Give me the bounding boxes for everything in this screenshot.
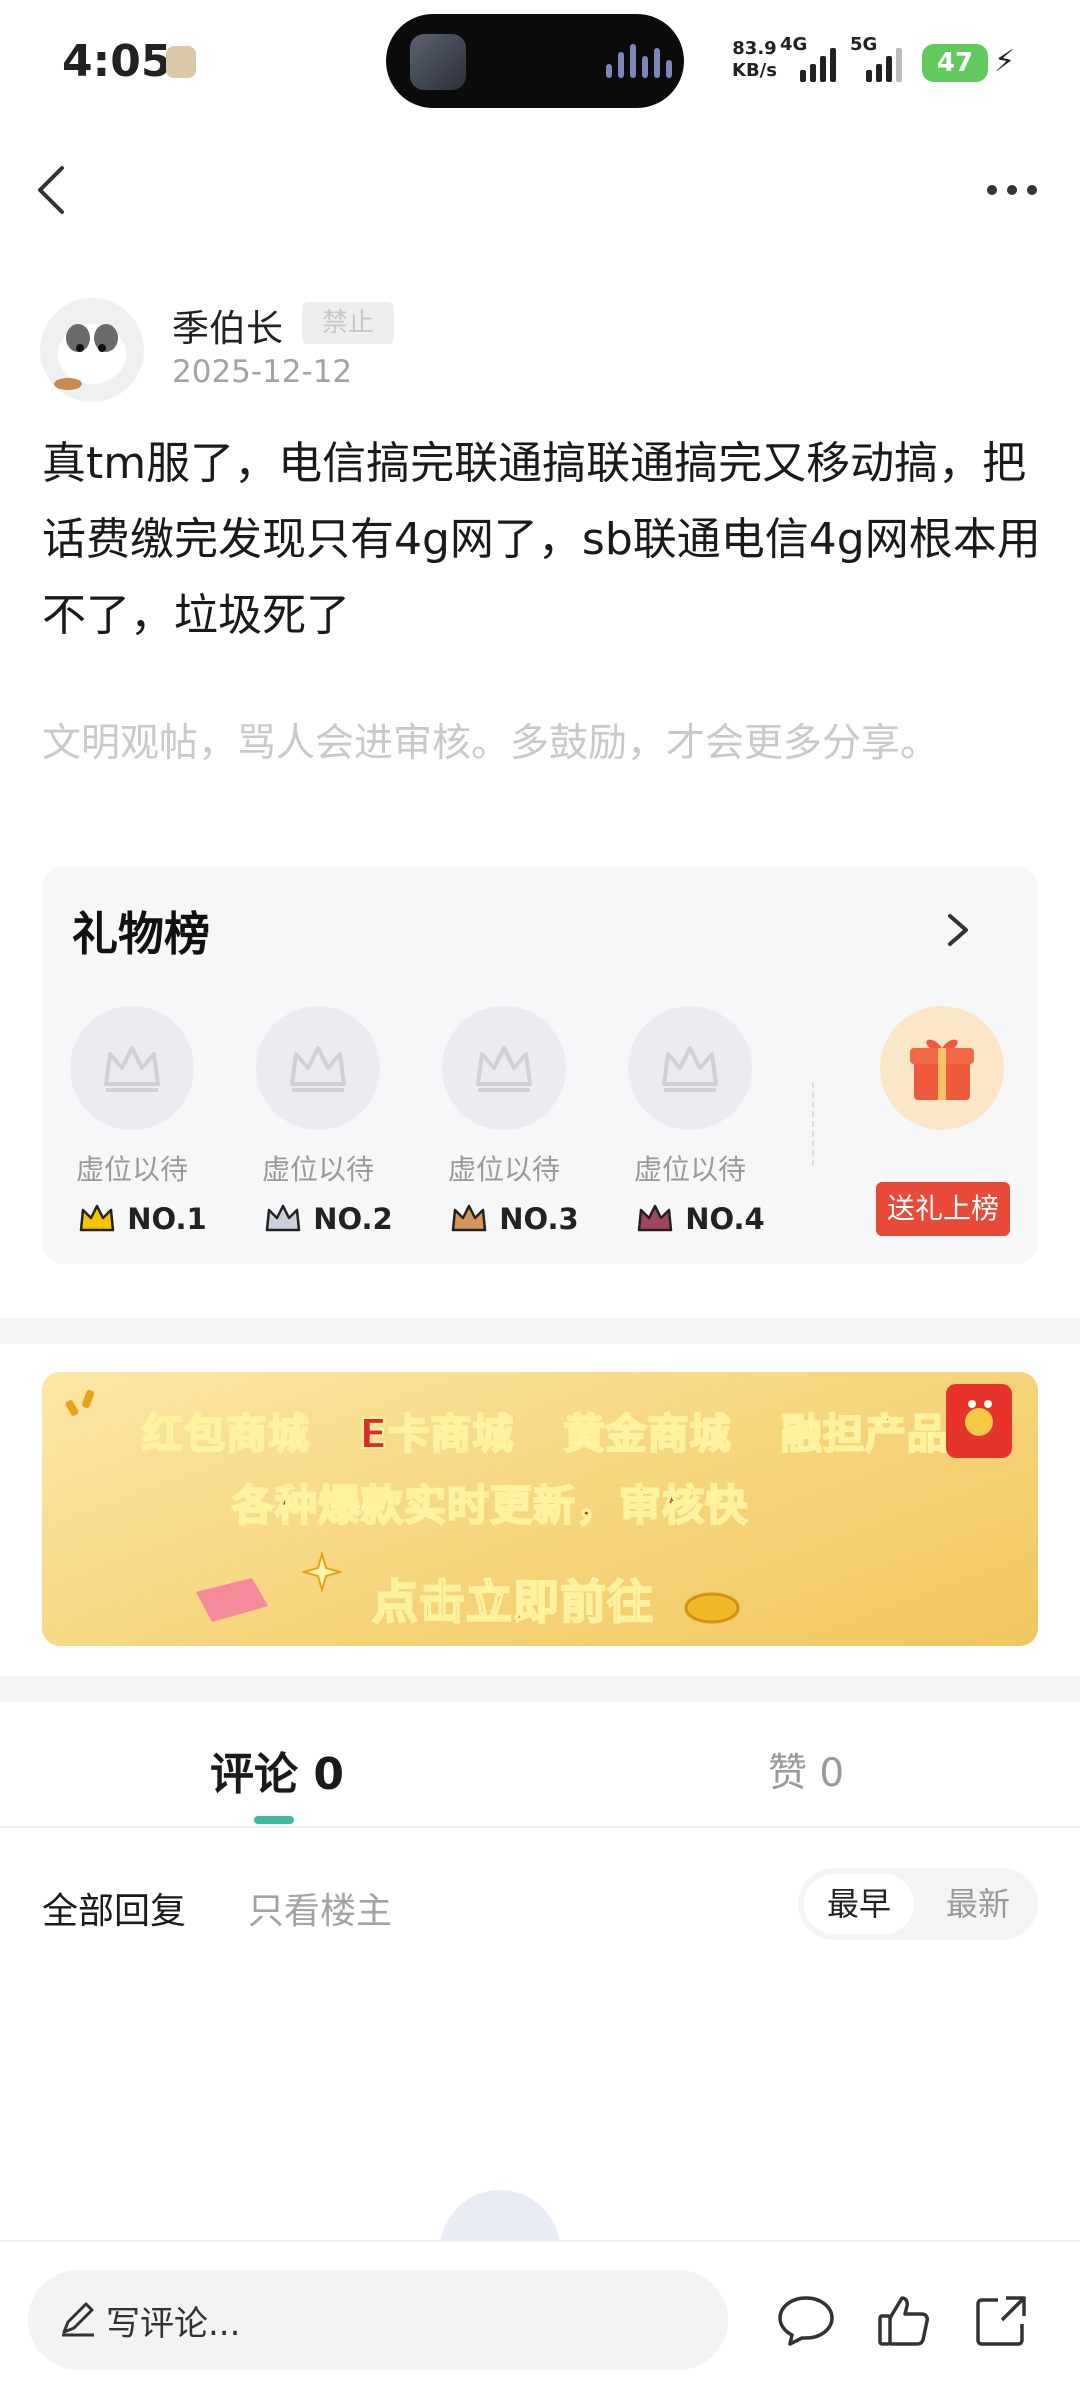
- notification-icon: [166, 46, 196, 78]
- more-dots-icon: [987, 185, 1037, 195]
- coin-icon: [684, 1592, 740, 1624]
- rank-wait-label: 虚位以待: [261, 1153, 374, 1186]
- divider: [0, 1826, 1080, 1828]
- star-sparkle-icon: [302, 1552, 342, 1592]
- crown-outline-icon: [662, 1046, 718, 1092]
- comment-placeholder[interactable]: 写评论...: [106, 2296, 240, 2345]
- crown-icon: [80, 1204, 115, 1232]
- sort-earliest-button[interactable]: 最早: [804, 1874, 914, 1934]
- banner-row-2: 各种爆款实时更新，审核快: [231, 1480, 749, 1531]
- crown-outline-icon: [104, 1046, 160, 1092]
- rank-wait-label: 虚位以待: [633, 1153, 746, 1186]
- gift-icon[interactable]: [880, 1006, 1004, 1130]
- status-badge: 禁止: [302, 302, 394, 344]
- empty-rank-avatar: [70, 1006, 194, 1130]
- money-icon: [196, 1578, 268, 1622]
- status-time: 4:05: [62, 36, 172, 87]
- crown-outline-icon: [476, 1046, 532, 1092]
- comment-bubble-icon: [778, 2296, 834, 2346]
- red-envelope-icon: [946, 1384, 1012, 1458]
- media-thumbnail: [410, 34, 466, 90]
- battery-indicator: 47: [922, 44, 988, 82]
- filter-all-replies[interactable]: 全部回复: [42, 1882, 186, 1934]
- rank-wait-label: 虚位以待: [75, 1153, 188, 1186]
- banner-row-3: 点击立即前往: [371, 1574, 654, 1630]
- pen-icon: [62, 2302, 94, 2337]
- rank-number: NO.3: [434, 1202, 594, 1236]
- rank-label: NO.4: [685, 1202, 765, 1236]
- gift-board-more-button[interactable]: [936, 898, 984, 962]
- gift-board-title: 礼物榜: [72, 907, 210, 961]
- send-gift-button[interactable]: 送礼上榜: [876, 1182, 1010, 1236]
- empty-rank-avatar: [256, 1006, 380, 1130]
- audio-wave-icon: [606, 44, 672, 78]
- divider: [812, 1082, 814, 1166]
- crown-icon: [452, 1204, 487, 1232]
- tab-comments[interactable]: 评论 0: [210, 1738, 344, 1802]
- crown-icon: [638, 1204, 673, 1232]
- promo-banner[interactable]: 红包商城 E卡商城 黄金商城 融担产品 各种爆款实时更新，审核快 点击立即前往: [42, 1372, 1038, 1646]
- rank-number: NO.1: [62, 1202, 222, 1236]
- share-icon: [976, 2296, 1026, 2346]
- like-button[interactable]: [874, 2290, 934, 2350]
- empty-rank-avatar: [442, 1006, 566, 1130]
- charging-icon: ⚡: [994, 44, 1016, 79]
- thumbs-up-icon: [878, 2296, 929, 2346]
- filter-owner-only[interactable]: 只看楼主: [248, 1882, 392, 1934]
- tab-indicator: [254, 1816, 294, 1824]
- author-name[interactable]: 季伯长: [172, 298, 283, 352]
- chevron-left-icon: [38, 166, 64, 214]
- chevron-right-icon: [948, 914, 968, 946]
- section-separator: [0, 1676, 1080, 1702]
- civility-notice: 文明观帖，骂人会进审核。多鼓励，才会更多分享。: [42, 721, 940, 766]
- crown-outline-icon: [290, 1046, 346, 1092]
- rank-wait-label: 虚位以待: [447, 1153, 560, 1186]
- empty-rank-avatar: [628, 1006, 752, 1130]
- sparkle-icon: [65, 1390, 94, 1416]
- back-button[interactable]: [24, 160, 84, 220]
- tab-likes[interactable]: 赞 0: [768, 1742, 844, 1798]
- rank-number: NO.4: [620, 1202, 780, 1236]
- comment-button[interactable]: [776, 2290, 836, 2350]
- network-speed: 83.9 KB/s: [732, 38, 777, 81]
- more-button[interactable]: [982, 170, 1042, 210]
- author-avatar[interactable]: [40, 298, 144, 402]
- rank-label: NO.1: [127, 1202, 207, 1236]
- post-date: 2025-12-12: [172, 354, 353, 390]
- signal-bars-icon: [866, 48, 902, 82]
- banner-row-1: 红包商城 E卡商城 黄金商城 融担产品: [141, 1409, 949, 1459]
- sort-latest-button[interactable]: 最新: [928, 1874, 1028, 1934]
- section-separator: [0, 1318, 1080, 1344]
- signal-bars-icon: [800, 48, 836, 82]
- rank-label: NO.2: [313, 1202, 393, 1236]
- crown-icon: [266, 1204, 301, 1232]
- rank-label: NO.3: [499, 1202, 579, 1236]
- share-button[interactable]: [972, 2290, 1032, 2350]
- post-content: 真tm服了，电信搞完联通搞联通搞完又移动搞，把话费缴完发现只有4g网了，sb联通…: [42, 438, 1041, 641]
- rank-number: NO.2: [248, 1202, 408, 1236]
